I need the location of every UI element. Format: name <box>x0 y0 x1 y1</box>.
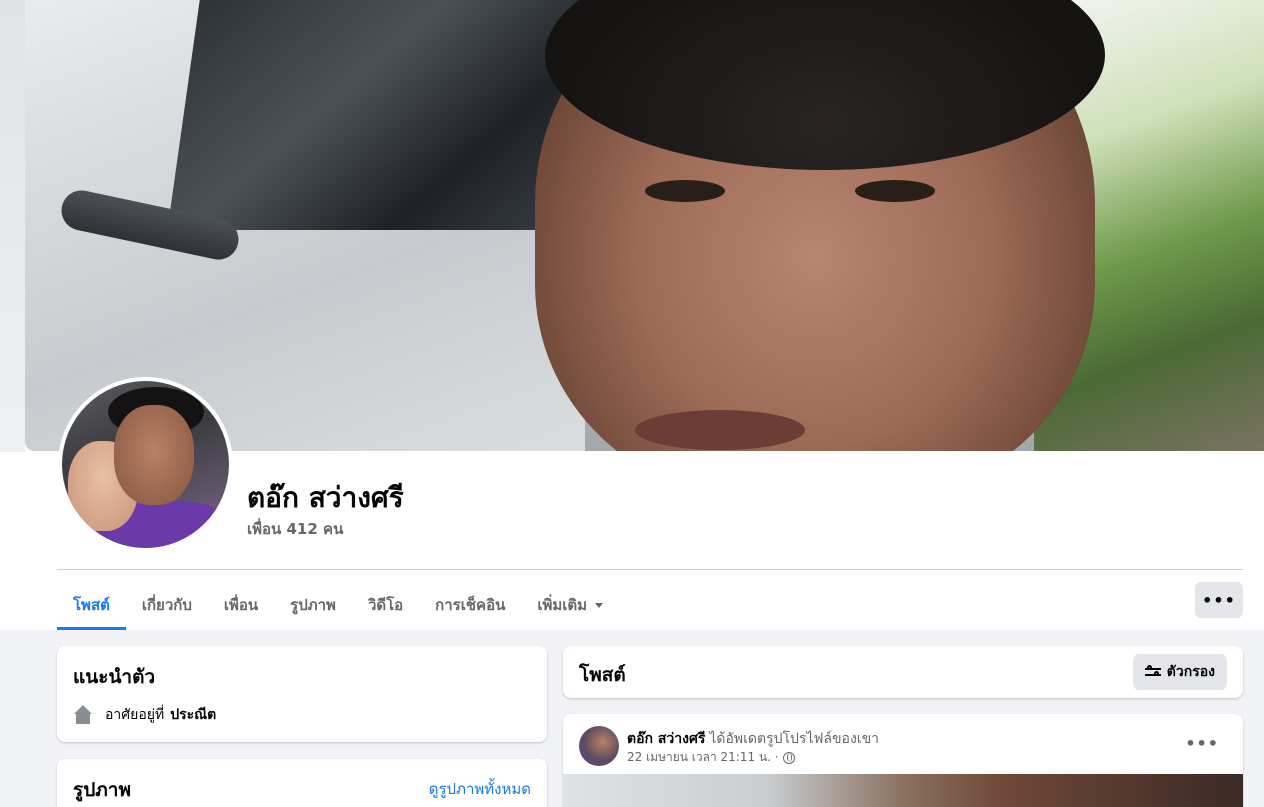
caret-down-icon <box>595 602 604 608</box>
profile-tabs: โพสต์ เกี่ยวกับ เพื่อน รูปภาพ วิดีโอ การ… <box>57 580 619 630</box>
post-card: ตอ๊ก สว่างศรี ได้อัพเดตรูปโปรไฟล์ของเขา 2… <box>563 714 1243 807</box>
see-all-photos-link[interactable]: ดูรูปภาพทั้งหมด <box>429 777 531 801</box>
lives-in-place[interactable]: ประณีต <box>170 704 216 726</box>
post-menu-button[interactable]: ••• <box>1185 734 1219 753</box>
posts-title: โพสต์ <box>579 664 626 686</box>
post-meta: 22 เมษายน เวลา 21:11 น. · <box>627 748 795 767</box>
tab-videos[interactable]: วิดีโอ <box>352 580 419 630</box>
post-author-avatar[interactable] <box>579 726 619 766</box>
more-options-button[interactable]: ••• <box>1195 582 1243 618</box>
profile-picture[interactable] <box>58 377 233 552</box>
header-divider <box>57 569 1243 570</box>
profile-name: ตอ๊ก สว่างศรี <box>247 481 404 514</box>
tab-photos[interactable]: รูปภาพ <box>274 580 352 630</box>
lives-in-label: อาศัยอยู่ที่ <box>105 707 165 723</box>
posts-header-card: โพสต์ ตัวกรอง <box>563 646 1243 698</box>
filter-label: ตัวกรอง <box>1166 664 1215 680</box>
filter-button[interactable]: ตัวกรอง <box>1132 654 1227 690</box>
post-author-name[interactable]: ตอ๊ก สว่างศรี <box>627 731 705 747</box>
left-edge-strip <box>0 0 25 452</box>
photos-card: รูปภาพ ดูรูปภาพทั้งหมด <box>57 759 547 807</box>
intro-title: แนะนำตัว <box>73 666 156 688</box>
intro-card: แนะนำตัว อาศัยอยู่ที่ ประณีต <box>57 646 547 742</box>
post-action-text: ได้อัพเดตรูปโปรไฟล์ของเขา <box>709 731 880 747</box>
lives-in-row: อาศัยอยู่ที่ ประณีต <box>73 704 216 726</box>
tab-friends[interactable]: เพื่อน <box>208 580 274 630</box>
post-header: ตอ๊ก สว่างศรี ได้อัพเดตรูปโปรไฟล์ของเขา <box>627 728 879 750</box>
tab-posts[interactable]: โพสต์ <box>57 580 126 630</box>
tab-about[interactable]: เกี่ยวกับ <box>126 580 208 630</box>
post-image[interactable] <box>563 774 1243 807</box>
home-icon <box>73 705 93 725</box>
tab-checkins[interactable]: การเช็คอิน <box>419 580 521 630</box>
filter-icon <box>1144 665 1161 679</box>
post-timestamp[interactable]: 22 เมษายน เวลา 21:11 น. · <box>627 748 779 767</box>
photos-title: รูปภาพ <box>73 779 131 801</box>
tab-more[interactable]: เพิ่มเติม <box>521 580 619 630</box>
cover-photo[interactable] <box>25 0 1264 451</box>
globe-icon <box>782 751 795 764</box>
friend-count[interactable]: เพื่อน 412 คน <box>247 517 343 541</box>
